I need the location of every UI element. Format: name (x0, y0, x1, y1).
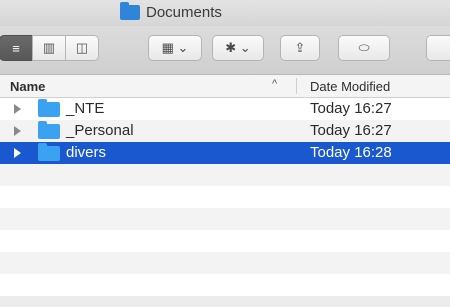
file-list: _NTE Today 16:27 _Personal Today 16:27 d… (0, 98, 450, 307)
empty-row (0, 186, 450, 208)
window-title-text: Documents (146, 3, 222, 21)
tag-button[interactable]: ⬭ (338, 35, 390, 61)
empty-row (0, 208, 450, 230)
sort-ascending-icon: ^ (272, 78, 278, 90)
share-icon: ⇪ (294, 40, 306, 55)
list-view-icon: ≡ (12, 40, 20, 56)
folder-icon (120, 1, 140, 20)
folder-icon (38, 99, 60, 117)
empty-row (0, 252, 450, 274)
disclosure-triangle-icon[interactable] (14, 126, 21, 136)
empty-row (0, 164, 450, 186)
disclosure-triangle-icon[interactable] (14, 104, 21, 114)
column-header: Name ^ Date Modified (0, 75, 450, 98)
date-modified-column-header[interactable]: Date Modified (310, 79, 390, 94)
gallery-view-button[interactable]: ◫ (65, 35, 99, 61)
date-modified: Today 16:28 (310, 144, 392, 161)
file-name: _Personal (66, 122, 134, 139)
column-view-icon: ▥ (42, 40, 56, 55)
date-modified: Today 16:27 (310, 122, 392, 139)
empty-row (0, 274, 450, 296)
gear-icon: ✱ ⌄ (225, 40, 251, 55)
finder-window: Documents ≡ ▥ ◫ ▦ ⌄ ✱ ⌄ ⇪ ⬭ Name ^ Date … (0, 0, 450, 307)
folder-icon (38, 143, 60, 161)
file-name: divers (66, 144, 107, 161)
window-title: Documents (120, 1, 222, 22)
tag-icon: ⬭ (358, 40, 370, 55)
column-view-button[interactable]: ▥ (32, 35, 66, 61)
share-button[interactable]: ⇪ (280, 35, 320, 61)
gallery-view-icon: ◫ (75, 40, 89, 55)
list-view-button[interactable]: ≡ (0, 35, 33, 61)
column-divider[interactable] (296, 78, 297, 94)
folder-icon (38, 121, 60, 139)
name-column-header[interactable]: Name (10, 79, 45, 94)
disclosure-triangle-icon[interactable] (14, 148, 21, 158)
toolbar: ≡ ▥ ◫ ▦ ⌄ ✱ ⌄ ⇪ ⬭ (0, 26, 450, 75)
list-item-selected[interactable]: divers Today 16:28 (0, 142, 450, 164)
file-name: _NTE (66, 100, 105, 117)
empty-row (0, 230, 450, 252)
list-item[interactable]: _NTE Today 16:27 (0, 98, 450, 120)
list-item[interactable]: _Personal Today 16:27 (0, 120, 450, 142)
date-modified: Today 16:27 (310, 100, 392, 117)
arrange-button[interactable]: ▦ ⌄ (148, 35, 202, 61)
toolbar-extra-button[interactable] (426, 35, 450, 61)
arrange-icon: ▦ ⌄ (161, 40, 189, 55)
action-button[interactable]: ✱ ⌄ (212, 35, 264, 61)
title-bar: Documents (0, 0, 450, 26)
view-mode-segmented-control: ≡ ▥ ◫ (0, 35, 99, 61)
